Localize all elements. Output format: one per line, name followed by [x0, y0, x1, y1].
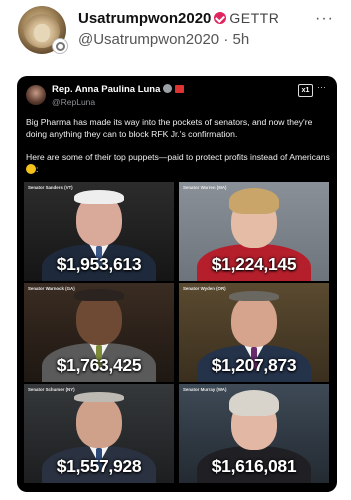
flag-icon [175, 85, 185, 93]
senator-image-grid: Senator Sanders (VT) $1,953,613 Senator … [24, 182, 329, 485]
tile-label: Senator Wyden (OR) [183, 286, 226, 291]
tile-label: Senator Schumer (NY) [28, 387, 75, 392]
tile-amount: $1,207,873 [211, 355, 297, 375]
embed-author-handle: @RepLuna [52, 97, 96, 107]
tile-label: Senator Warnock (GA) [28, 286, 75, 291]
author-handle[interactable]: @Usatrumpwon2020 [78, 31, 219, 48]
author-name-row[interactable]: Usatrumpwon2020 GETTR [78, 10, 279, 27]
hair-graphic [74, 289, 124, 301]
platform-label: GETTR [229, 10, 280, 26]
embed-paragraph-2: Here are some of their top puppets—paid … [26, 151, 330, 175]
senator-tile: Senator Warren (MA) $1,224,145 [179, 182, 329, 281]
tile-amount: $1,557,928 [56, 456, 142, 476]
more-options-icon[interactable]: ··· [315, 10, 334, 28]
hair-graphic [229, 390, 279, 416]
face-graphic [76, 396, 122, 448]
xl-badge-icon: x1 [298, 84, 313, 97]
embed-paragraph-1: Big Pharma has made its way into the poc… [26, 117, 313, 139]
embed-author-name: Rep. Anna Paulina Luna [52, 84, 161, 95]
hair-graphic [229, 188, 279, 214]
tile-label: Senator Warren (MA) [183, 185, 227, 190]
post-time: · 5h [223, 31, 250, 48]
author-name[interactable]: Usatrumpwon2020 [78, 10, 211, 27]
senator-tile: Senator Murray (WA) $1,616,081 [179, 384, 329, 483]
embed-body-text: Big Pharma has made its way into the poc… [26, 116, 330, 186]
senator-tile: Senator Schumer (NY) $1,557,928 [24, 384, 174, 483]
tile-label: Senator Murray (WA) [183, 387, 227, 392]
hair-graphic [74, 190, 124, 204]
embed-author-row: Rep. Anna Paulina Luna [52, 84, 185, 95]
senator-tile: Senator Sanders (VT) $1,953,613 [24, 182, 174, 281]
face-graphic [231, 295, 277, 347]
grimace-emoji-icon [26, 164, 36, 174]
embedded-post-card[interactable]: Rep. Anna Paulina Luna @RepLuna x1 ··· B… [17, 76, 337, 492]
tile-amount: $1,763,425 [56, 355, 142, 375]
lion-face-graphic [34, 24, 50, 42]
tile-amount: $1,224,145 [211, 254, 297, 274]
embed-paragraph-2-text: Here are some of their top puppets—paid … [26, 152, 330, 162]
tile-amount: $1,953,613 [56, 254, 142, 274]
verified-check-icon [163, 84, 173, 93]
hair-graphic [229, 291, 279, 301]
hair-graphic [74, 392, 124, 402]
senator-tile: Senator Warnock (GA) $1,763,425 [24, 283, 174, 382]
tile-amount: $1,616,081 [211, 456, 297, 476]
avatar-badge-icon [52, 38, 68, 54]
author-handle-row: @Usatrumpwon2020 · 5h [78, 31, 249, 48]
embed-paragraph-2-suffix: : [36, 164, 39, 174]
embed-more-icon: ··· [317, 82, 326, 92]
post-header: Usatrumpwon2020 GETTR @Usatrumpwon2020 · … [0, 0, 351, 62]
embed-author-avatar [26, 85, 46, 105]
tile-label: Senator Sanders (VT) [28, 185, 73, 190]
senator-tile: Senator Wyden (OR) $1,207,873 [179, 283, 329, 382]
verified-icon [214, 12, 227, 24]
